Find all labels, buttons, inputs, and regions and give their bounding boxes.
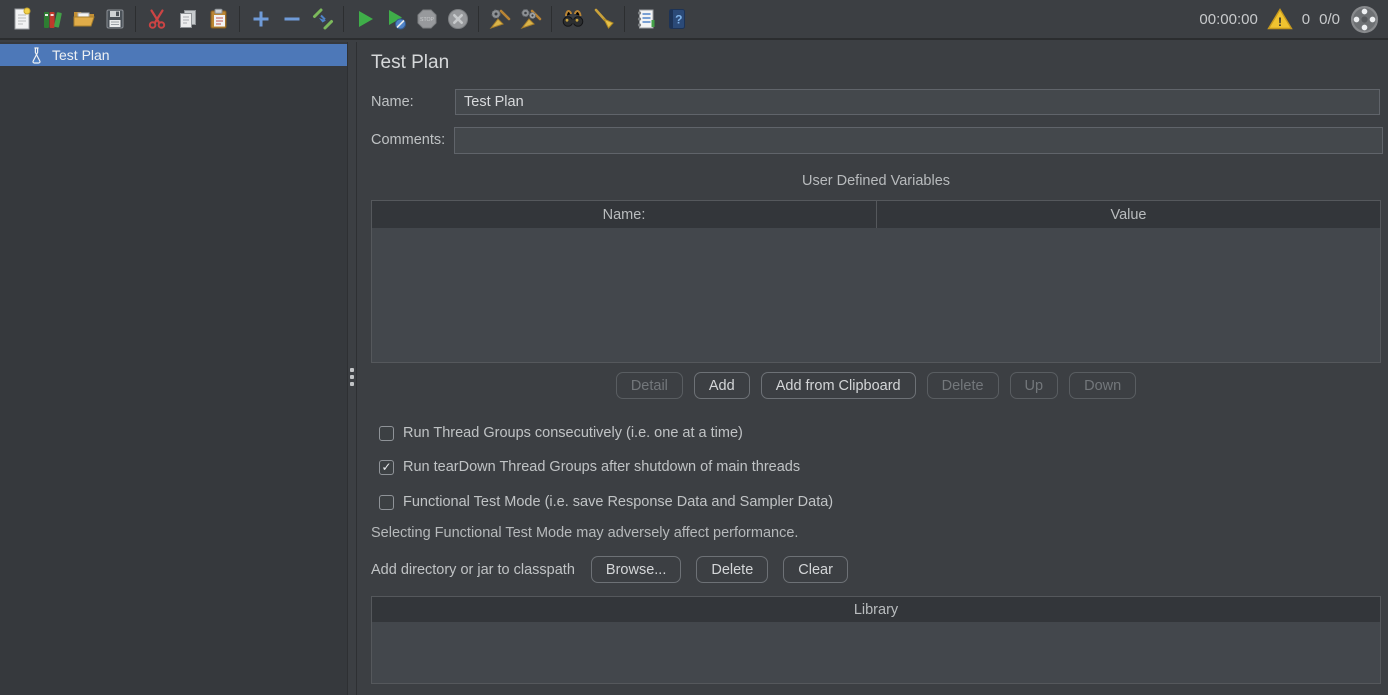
- run-consecutively-checkbox[interactable]: [379, 426, 394, 441]
- option-run-consecutively: Run Thread Groups consecutively (i.e. on…: [379, 425, 743, 441]
- svg-text:?: ?: [675, 13, 682, 27]
- name-input[interactable]: [455, 89, 1380, 115]
- toolbar: STOP ? 00:00:00 ! 0: [0, 0, 1388, 40]
- test-plan-panel: Test Plan Name: Comments: User Defined V…: [357, 42, 1388, 695]
- toggle-icon[interactable]: [307, 4, 338, 34]
- page-title: Test Plan: [371, 52, 449, 74]
- toolbar-separator: [624, 6, 625, 32]
- jmeter-window: STOP ? 00:00:00 ! 0: [0, 0, 1388, 695]
- function-helper-icon[interactable]: [630, 4, 661, 34]
- udv-button-row: Detail Add Add from Clipboard Delete Up …: [371, 372, 1381, 399]
- udv-table-title: User Defined Variables: [371, 173, 1381, 189]
- name-label: Name:: [371, 94, 414, 110]
- classpath-delete-button[interactable]: Delete: [696, 556, 768, 583]
- paste-icon[interactable]: [203, 4, 234, 34]
- add-from-clipboard-button[interactable]: Add from Clipboard: [761, 372, 916, 399]
- classpath-label: Add directory or jar to classpath: [371, 562, 575, 578]
- option-run-teardown: Run tearDown Thread Groups after shutdow…: [379, 459, 800, 475]
- toolbar-separator: [239, 6, 240, 32]
- test-plan-flask-icon: [29, 47, 44, 64]
- search-reset-icon[interactable]: [588, 4, 619, 34]
- comments-input[interactable]: [454, 127, 1383, 154]
- classpath-row: Add directory or jar to classpath Browse…: [371, 556, 863, 583]
- svg-text:!: !: [1278, 15, 1282, 29]
- error-count: 0: [1302, 11, 1310, 28]
- shutdown-icon[interactable]: [442, 4, 473, 34]
- library-table-body[interactable]: [372, 622, 1380, 683]
- browse-button[interactable]: Browse...: [591, 556, 681, 583]
- comments-label: Comments:: [371, 132, 445, 148]
- stop-icon[interactable]: STOP: [411, 4, 442, 34]
- start-icon[interactable]: [349, 4, 380, 34]
- save-icon[interactable]: [99, 4, 130, 34]
- udv-table: Name: Value: [371, 200, 1381, 363]
- detail-button[interactable]: Detail: [616, 372, 683, 399]
- udv-column-name[interactable]: Name:: [372, 201, 876, 228]
- warning-triangle-icon[interactable]: !: [1267, 7, 1293, 31]
- clear-icon[interactable]: [484, 4, 515, 34]
- tree-main-splitter[interactable]: [347, 42, 357, 695]
- delete-button[interactable]: Delete: [927, 372, 999, 399]
- copy-icon[interactable]: [172, 4, 203, 34]
- clear-button[interactable]: Clear: [783, 556, 848, 583]
- tree-node-test-plan[interactable]: Test Plan: [0, 44, 347, 66]
- toolbar-separator: [551, 6, 552, 32]
- toolbar-separator: [343, 6, 344, 32]
- collapse-all-icon[interactable]: [276, 4, 307, 34]
- library-table: Library: [371, 596, 1381, 684]
- functional-mode-checkbox[interactable]: [379, 495, 394, 510]
- toolbar-separator: [478, 6, 479, 32]
- udv-column-value[interactable]: Value: [876, 201, 1380, 228]
- udv-table-header: Name: Value: [372, 201, 1380, 228]
- elapsed-time: 00:00:00: [1199, 11, 1257, 28]
- new-file-icon[interactable]: [6, 4, 37, 34]
- templates-icon[interactable]: [37, 4, 68, 34]
- functional-mode-note: Selecting Functional Test Mode may adver…: [371, 525, 798, 541]
- test-plan-tree: Test Plan: [0, 42, 347, 695]
- help-icon[interactable]: ?: [661, 4, 692, 34]
- add-button[interactable]: Add: [694, 372, 750, 399]
- option-label: Run tearDown Thread Groups after shutdow…: [403, 459, 800, 475]
- option-label: Run Thread Groups consecutively (i.e. on…: [403, 425, 743, 441]
- down-button[interactable]: Down: [1069, 372, 1136, 399]
- expand-all-icon[interactable]: [245, 4, 276, 34]
- start-no-timers-icon[interactable]: [380, 4, 411, 34]
- svg-text:STOP: STOP: [419, 17, 434, 23]
- udv-table-body[interactable]: [372, 228, 1380, 362]
- up-button[interactable]: Up: [1010, 372, 1059, 399]
- library-column-header[interactable]: Library: [372, 597, 1380, 622]
- toolbar-separator: [135, 6, 136, 32]
- run-teardown-checkbox[interactable]: [379, 460, 394, 475]
- clear-all-icon[interactable]: [515, 4, 546, 34]
- cut-icon[interactable]: [141, 4, 172, 34]
- activity-wheel-icon: [1349, 4, 1380, 35]
- option-functional-mode: Functional Test Mode (i.e. save Response…: [379, 494, 833, 510]
- option-label: Functional Test Mode (i.e. save Response…: [403, 494, 833, 510]
- splitter-grip[interactable]: [350, 368, 355, 386]
- open-file-icon[interactable]: [68, 4, 99, 34]
- toolbar-status-area: 00:00:00 ! 0 0/0: [1199, 4, 1382, 35]
- tree-node-label: Test Plan: [52, 47, 110, 63]
- search-icon[interactable]: [557, 4, 588, 34]
- library-table-header: Library: [372, 597, 1380, 622]
- thread-counts: 0/0: [1319, 11, 1340, 28]
